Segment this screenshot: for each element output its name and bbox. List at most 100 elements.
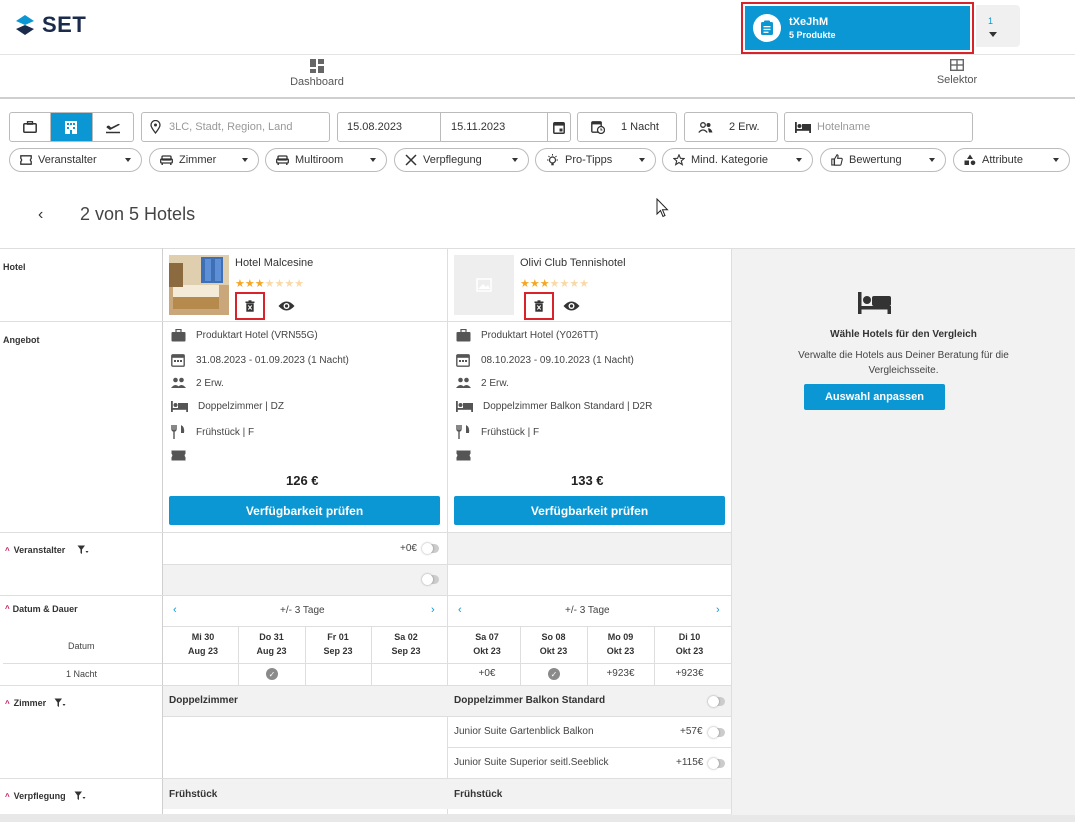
check-availability-button[interactable]: Verfügbarkeit prüfen <box>169 496 440 525</box>
date-column[interactable]: Do 31 Aug 23 <box>238 630 305 658</box>
room-option-toggle[interactable] <box>708 727 725 738</box>
briefcase-icon <box>171 329 186 342</box>
day-label: Sa 02 <box>394 632 418 642</box>
filter-zimmer[interactable]: Zimmer <box>149 148 259 172</box>
divider <box>447 248 448 814</box>
filter-label: Zimmer <box>179 154 217 166</box>
operator-toggle[interactable] <box>422 574 439 585</box>
nav-dashboard[interactable]: Dashboard <box>287 59 347 88</box>
logo-icon <box>16 15 34 35</box>
remove-hotel-button[interactable] <box>524 292 554 320</box>
room-option-name: Junior Suite Superior seitl.Seeblick <box>454 757 609 768</box>
offer-ticket <box>171 450 186 461</box>
bottom-scroll-area <box>0 814 1075 822</box>
row-label-room[interactable]: ^ Zimmer <box>5 698 66 708</box>
offer-product-text: Produktart Hotel (Y026TT) <box>481 330 599 341</box>
prev-dates-chevron-icon[interactable]: ‹ <box>458 604 462 616</box>
filter-pro-tipps[interactable]: Pro-Tipps <box>535 148 656 172</box>
set-logo[interactable]: SET <box>14 12 86 38</box>
basket-highlight[interactable]: tXeJhM 5 Produkte <box>741 2 974 54</box>
chevron-up-icon: ^ <box>5 545 10 555</box>
hotel-image[interactable] <box>169 255 229 315</box>
travellers-field[interactable]: 2 Erw. <box>684 112 778 142</box>
filter-bewertung[interactable]: Bewertung <box>820 148 946 172</box>
hotel-name[interactable]: Olivi Club Tennishotel <box>520 257 626 269</box>
filter-label: Bewertung <box>849 154 902 166</box>
package-button[interactable] <box>10 113 52 141</box>
month-label: Okt 23 <box>473 646 501 656</box>
date-from-field[interactable]: 15.08.2023 <box>337 112 441 142</box>
back-chevron-icon[interactable]: ‹ <box>38 206 43 224</box>
hotelname-field[interactable]: Hotelname <box>784 112 973 142</box>
date-column[interactable]: Mi 30 Aug 23 <box>170 630 236 658</box>
calendar-button[interactable] <box>547 112 571 142</box>
date-price[interactable]: +923€ <box>587 668 654 679</box>
offer-dates-text: 31.08.2023 - 01.09.2023 (1 Nacht) <box>196 354 349 366</box>
offer-travellers: 2 Erw. <box>171 377 224 389</box>
filter-funnel-icon[interactable] <box>74 791 86 801</box>
room-option-name: Junior Suite Gartenblick Balkon <box>454 726 594 737</box>
filter-label: Attribute <box>982 154 1023 166</box>
product-type-toggle <box>9 112 134 142</box>
remove-hotel-button[interactable] <box>235 292 265 320</box>
thumbs-up-icon <box>831 154 843 166</box>
date-column[interactable]: Mo 09 Okt 23 <box>587 630 654 658</box>
main-nav: Dashboard Selektor <box>0 55 1075 99</box>
room-option-price: +115€ <box>676 757 704 768</box>
calendar-clock-icon <box>591 121 605 134</box>
hotelname-placeholder: Hotelname <box>817 121 871 133</box>
prev-dates-chevron-icon[interactable]: ‹ <box>173 604 177 616</box>
hotel-count-title: 2 von 5 Hotels <box>80 204 196 224</box>
filter-attribute[interactable]: Attribute <box>953 148 1070 172</box>
date-column[interactable]: Sa 02 Sep 23 <box>371 630 441 658</box>
month-label: Aug 23 <box>256 646 287 656</box>
operator-toggle[interactable] <box>422 543 439 554</box>
people-icon <box>456 377 471 388</box>
hotel-image-placeholder[interactable] <box>454 255 514 315</box>
offer-product-text: Produktart Hotel (VRN55G) <box>196 330 318 341</box>
location-field[interactable]: 3LC, Stadt, Region, Land <box>141 112 330 142</box>
row-label-operator[interactable]: ^ Veranstalter <box>5 545 89 555</box>
caret-down-icon <box>989 32 997 37</box>
day-label: Do 31 <box>259 632 284 642</box>
hotel-button[interactable] <box>51 113 93 141</box>
next-dates-chevron-icon[interactable]: › <box>716 604 720 616</box>
location-placeholder: 3LC, Stadt, Region, Land <box>169 121 293 133</box>
check-availability-button[interactable]: Verfügbarkeit prüfen <box>454 496 725 525</box>
next-dates-chevron-icon[interactable]: › <box>431 604 435 616</box>
basket-button[interactable]: tXeJhM 5 Produkte <box>745 6 970 50</box>
eye-icon[interactable] <box>278 300 295 312</box>
month-label: Okt 23 <box>675 646 704 656</box>
filter-verpflegung[interactable]: Verpflegung <box>394 148 529 172</box>
date-column[interactable]: Fr 01 Sep 23 <box>305 630 371 658</box>
board-header: Frühstück <box>169 789 218 800</box>
basket-dropdown[interactable]: 1 <box>976 5 1020 47</box>
offer-board: Frühstück | F <box>171 425 254 439</box>
row-label-date-duration[interactable]: ^ Datum & Dauer <box>5 604 78 614</box>
filter-funnel-icon[interactable] <box>77 545 89 555</box>
date-price[interactable]: +923€ <box>654 668 725 679</box>
date-column[interactable]: Di 10 Okt 23 <box>654 630 725 658</box>
eye-icon[interactable] <box>563 300 580 312</box>
filter-multiroom[interactable]: Multiroom <box>265 148 387 172</box>
fork-knife-icon <box>171 425 185 439</box>
offer-price: 126 € <box>286 473 319 488</box>
duration-field[interactable]: 1 Nacht <box>577 112 677 142</box>
row-label-board[interactable]: ^ Verpflegung <box>5 791 86 801</box>
date-column[interactable]: So 08 Okt 23 <box>520 630 587 658</box>
filter-mind-kategorie[interactable]: Mind. Kategorie <box>662 148 813 172</box>
date-to-field[interactable]: 15.11.2023 <box>440 112 548 142</box>
date-price[interactable]: +0€ <box>454 668 520 679</box>
date-column[interactable]: Sa 07 Okt 23 <box>454 630 520 658</box>
hotel-name[interactable]: Hotel Malcesine <box>235 257 313 269</box>
adjust-selection-button[interactable]: Auswahl anpassen <box>804 384 945 410</box>
filter-veranstalter[interactable]: Veranstalter <box>9 148 142 172</box>
selected-check-icon[interactable]: ✓ <box>266 668 278 680</box>
room-toggle[interactable] <box>708 696 725 707</box>
nav-selector[interactable]: Selektor <box>928 59 986 86</box>
divider <box>0 321 732 322</box>
filter-funnel-icon[interactable] <box>54 698 66 708</box>
selected-check-icon[interactable]: ✓ <box>548 668 560 680</box>
room-option-toggle[interactable] <box>708 758 725 769</box>
flight-button[interactable] <box>93 113 133 141</box>
